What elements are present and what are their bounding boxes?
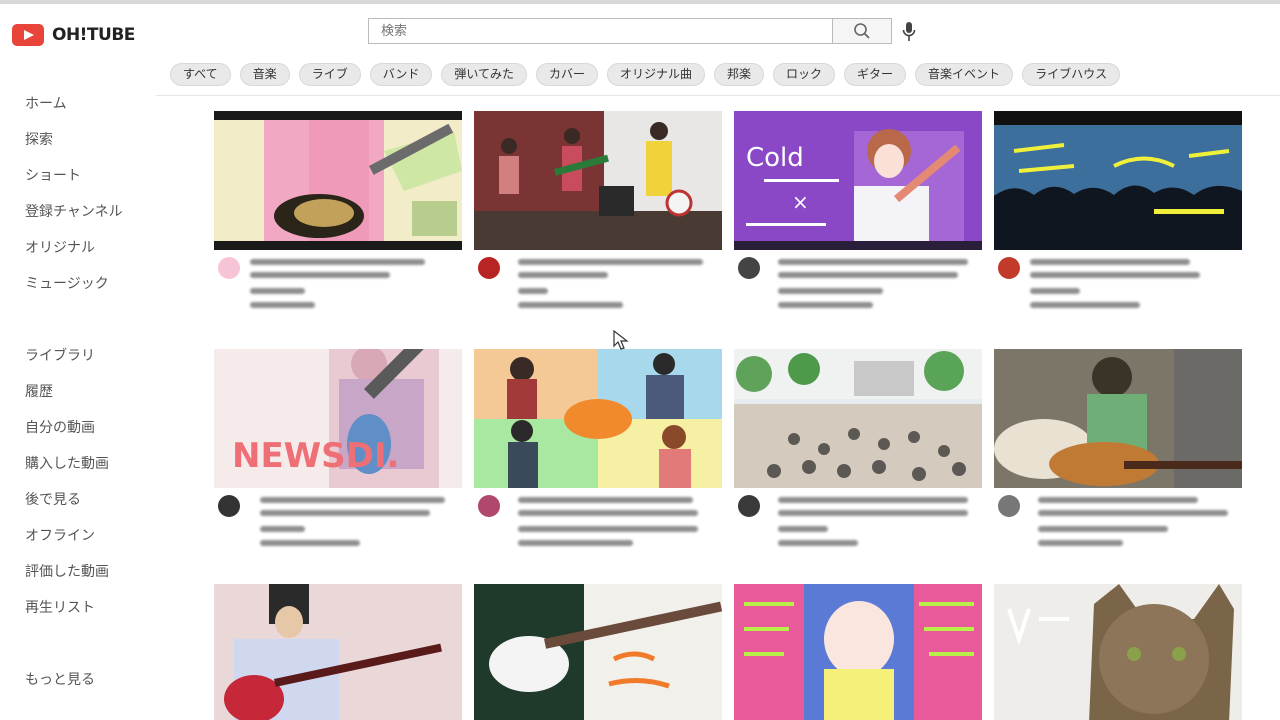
sidebar-item-library[interactable]: ライブラリ — [25, 345, 95, 365]
sidebar-item-playlists[interactable]: 再生リスト — [25, 597, 95, 617]
sidebar-item-liked-videos[interactable]: 評価した動画 — [25, 561, 109, 581]
video-thumbnail[interactable] — [734, 584, 982, 720]
thumbnail-title: Cold — [746, 143, 804, 173]
app-name: OH!TUBE — [52, 25, 135, 45]
sidebar-item-purchases[interactable]: 購入した動画 — [25, 453, 109, 473]
mouse-cursor-icon — [613, 330, 629, 350]
video-thumbnail[interactable] — [214, 111, 462, 250]
video-card[interactable] — [994, 349, 1242, 546]
sidebar-item-explore[interactable]: 探索 — [25, 129, 53, 149]
chip-music[interactable]: 音楽 — [239, 63, 290, 86]
video-card[interactable]: NEWSDI. — [214, 349, 462, 546]
video-card[interactable] — [474, 349, 722, 546]
svg-text:×: × — [792, 190, 809, 214]
sidebar-item-music[interactable]: ミュージック — [25, 273, 109, 293]
sidebar-item-watch-later[interactable]: 後で見る — [25, 489, 81, 509]
window-top-edge — [0, 0, 1280, 4]
app-logo[interactable]: OH!TUBE — [12, 24, 135, 46]
sidebar-item-offline[interactable]: オフライン — [25, 525, 95, 545]
video-meta — [474, 257, 734, 317]
channel-avatar[interactable] — [478, 495, 500, 517]
chip-all[interactable]: すべて — [170, 63, 231, 86]
sidebar-item-history[interactable]: 履歴 — [25, 381, 53, 401]
search-button[interactable] — [832, 18, 892, 44]
search-bar — [368, 18, 892, 44]
chip-original-song[interactable]: オリジナル曲 — [606, 63, 705, 86]
video-thumbnail[interactable] — [994, 349, 1242, 488]
video-thumbnail[interactable]: NEWSDI. — [214, 349, 462, 488]
video-thumbnail[interactable] — [474, 111, 722, 250]
chip-guitar[interactable]: ギター — [844, 63, 907, 86]
sidebar-item-subscriptions[interactable]: 登録チャンネル — [25, 201, 123, 221]
chip-live[interactable]: ライブ — [298, 63, 361, 86]
sidebar-item-show-more[interactable]: もっと見る — [25, 669, 95, 689]
sidebar: ホーム 探索 ショート 登録チャンネル オリジナル ミュージック ライブラリ 履… — [0, 86, 156, 720]
video-thumbnail[interactable] — [214, 584, 462, 720]
channel-avatar[interactable] — [998, 257, 1020, 279]
chip-played[interactable]: 弾いてみた — [441, 63, 527, 86]
video-card[interactable] — [994, 111, 1242, 308]
video-card[interactable] — [214, 111, 462, 308]
video-meta — [214, 495, 474, 555]
chip-j-music[interactable]: 邦楽 — [714, 63, 765, 86]
video-card[interactable] — [214, 584, 462, 720]
video-card[interactable] — [474, 584, 722, 720]
chip-live-house[interactable]: ライブハウス — [1022, 63, 1121, 86]
channel-avatar[interactable] — [998, 495, 1020, 517]
video-thumbnail[interactable] — [994, 111, 1242, 250]
chip-cover[interactable]: カバー — [535, 63, 598, 86]
channel-avatar[interactable] — [478, 257, 500, 279]
video-meta — [734, 257, 994, 317]
chip-music-event[interactable]: 音楽イベント — [915, 63, 1014, 86]
mic-icon — [902, 22, 916, 41]
video-thumbnail[interactable] — [734, 349, 982, 488]
search-icon — [854, 23, 870, 39]
play-logo-icon — [12, 24, 44, 46]
video-card[interactable] — [474, 111, 722, 308]
video-card[interactable] — [734, 584, 982, 720]
thumbnail-title: NEWSDI. — [232, 436, 399, 476]
sidebar-item-your-videos[interactable]: 自分の動画 — [25, 417, 95, 437]
filter-chip-bar: すべて 音楽 ライブ バンド 弾いてみた カバー オリジナル曲 邦楽 ロック ギ… — [156, 56, 1280, 96]
video-thumbnail[interactable] — [994, 584, 1242, 720]
search-input[interactable] — [368, 18, 832, 44]
video-meta — [214, 257, 474, 317]
video-meta — [994, 495, 1254, 555]
video-card[interactable]: Cold × — [734, 111, 982, 308]
channel-avatar[interactable] — [218, 495, 240, 517]
video-card[interactable] — [734, 349, 982, 546]
video-meta — [994, 257, 1254, 317]
channel-avatar[interactable] — [218, 257, 240, 279]
channel-avatar[interactable] — [738, 257, 760, 279]
video-thumbnail[interactable] — [474, 584, 722, 720]
video-card[interactable] — [994, 584, 1242, 720]
chip-rock[interactable]: ロック — [773, 63, 836, 86]
sidebar-item-originals[interactable]: オリジナル — [25, 237, 95, 257]
channel-avatar[interactable] — [738, 495, 760, 517]
video-thumbnail[interactable] — [474, 349, 722, 488]
sidebar-item-shorts[interactable]: ショート — [25, 165, 81, 185]
chip-band[interactable]: バンド — [369, 63, 433, 86]
voice-search-button[interactable] — [898, 20, 920, 44]
sidebar-item-home[interactable]: ホーム — [25, 93, 67, 113]
video-thumbnail[interactable]: Cold × — [734, 111, 982, 250]
video-meta — [474, 495, 734, 555]
video-meta — [734, 495, 994, 555]
